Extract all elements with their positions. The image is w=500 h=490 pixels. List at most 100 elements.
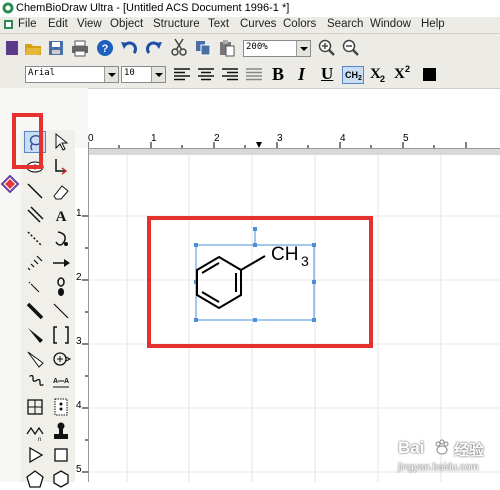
menu-view[interactable]: View (77, 18, 102, 30)
menu-file[interactable]: File (18, 18, 37, 30)
menu-help[interactable]: Help (421, 18, 445, 30)
orbital-tool-icon[interactable] (50, 276, 72, 298)
horizontal-ruler: 0 1 2 3 4 5 (88, 133, 500, 149)
brackets-tool-icon[interactable] (50, 324, 72, 346)
superscript-button[interactable]: X 2 (393, 64, 413, 85)
menu-object[interactable]: Object (110, 18, 143, 30)
tlc-plate-icon[interactable] (50, 396, 72, 418)
watermark-brand: Bai (398, 438, 425, 457)
open-folder-icon[interactable] (24, 39, 42, 57)
line-tool-icon[interactable] (50, 300, 72, 322)
zoom-value: 200% (246, 42, 268, 52)
align-left-icon[interactable] (173, 66, 191, 84)
tool-palette: A AA n (21, 130, 75, 488)
reaction-arrow-icon[interactable]: AA (50, 372, 72, 394)
menu-edit[interactable]: Edit (48, 18, 68, 30)
doc-icon[interactable] (3, 19, 14, 30)
app-icon (2, 2, 14, 14)
align-right-icon[interactable] (221, 66, 239, 84)
chemical-style-button[interactable]: CH 2 (342, 66, 364, 84)
eraser-icon[interactable] (50, 180, 72, 202)
help-icon[interactable]: ? (96, 39, 114, 57)
copy-icon[interactable] (194, 39, 212, 57)
hashed-bond-icon[interactable] (24, 252, 46, 274)
justify-icon[interactable] (245, 66, 263, 84)
svg-text:A: A (53, 378, 58, 385)
solid-bond-icon[interactable] (24, 180, 46, 202)
ruler-label: 4 (340, 133, 346, 144)
ruler-label: 4 (76, 400, 82, 411)
ch2-label: CH (345, 70, 358, 80)
hashed-wedge-icon[interactable] (24, 276, 46, 298)
watermark-url: jingyan.baidu.com (398, 462, 479, 473)
standard-toolbar: ? 200% (0, 34, 500, 62)
charge-tool-icon[interactable] (50, 348, 72, 370)
chain-tool-icon[interactable]: n (24, 420, 46, 442)
menu-curves[interactable]: Curves (240, 18, 276, 30)
ruler-ticks (82, 215, 88, 473)
menu-colors[interactable]: Colors (283, 18, 316, 30)
wavy-bond-icon[interactable] (24, 372, 46, 394)
diamond-icon[interactable] (1, 175, 19, 193)
cyclopentane-tool-icon[interactable] (24, 468, 46, 490)
stamp-tool-icon[interactable] (50, 420, 72, 442)
arrow-tool-icon[interactable] (50, 252, 72, 274)
font-select[interactable]: Arial (25, 66, 119, 83)
font-value: Arial (28, 68, 56, 78)
chevron-down-icon (104, 67, 118, 82)
zoom-in-icon[interactable] (318, 39, 336, 57)
color-swatch[interactable] (423, 68, 436, 81)
bold-bond-icon[interactable] (24, 300, 46, 322)
hollow-wedge-icon[interactable] (24, 348, 46, 370)
underline-button[interactable]: U (321, 64, 333, 84)
print-icon[interactable] (71, 39, 89, 57)
watermark: Bai 经验 jingyan.baidu.com (396, 438, 500, 482)
ruler-label: 1 (76, 208, 82, 219)
menu-window[interactable]: Window (370, 18, 411, 30)
italic-button[interactable]: I (298, 64, 305, 85)
chevron-down-icon (296, 41, 310, 56)
zoom-select[interactable]: 200% (243, 40, 311, 57)
font-size-value: 10 (124, 68, 135, 78)
menu-text[interactable]: Text (208, 18, 229, 30)
double-bond-icon[interactable] (24, 204, 46, 226)
dashed-bond-icon[interactable] (24, 228, 46, 250)
new-document-icon[interactable] (3, 39, 21, 57)
menu-structure[interactable]: Structure (153, 18, 200, 30)
redo-icon[interactable] (145, 39, 163, 57)
undo-icon[interactable] (120, 39, 138, 57)
marquee-tool-icon[interactable] (50, 131, 72, 153)
save-icon[interactable] (47, 39, 65, 57)
ruler-label: 5 (76, 464, 82, 475)
bold-button[interactable]: B (272, 64, 284, 85)
subscript-button[interactable]: X 2 (369, 65, 389, 85)
svg-text:?: ? (102, 43, 109, 55)
paste-icon[interactable] (218, 39, 236, 57)
table-tool-icon[interactable] (24, 396, 46, 418)
triangle-tool-icon[interactable] (24, 444, 46, 466)
ruler-label: 0 (88, 133, 94, 144)
svg-text:A: A (56, 209, 67, 225)
zoom-out-icon[interactable] (342, 39, 360, 57)
svg-text:n: n (38, 437, 41, 442)
ruler-label: 5 (403, 133, 409, 144)
text-tool-icon[interactable]: A (50, 204, 72, 226)
wedge-bond-icon[interactable] (24, 324, 46, 346)
paw-icon (435, 439, 449, 455)
cut-icon[interactable] (170, 38, 188, 56)
ruler-label: 3 (277, 133, 283, 144)
font-size-select[interactable]: 10 (121, 66, 166, 83)
ruler-label: 2 (214, 133, 220, 144)
align-center-icon[interactable] (197, 66, 215, 84)
pen-tool-icon[interactable] (50, 228, 72, 250)
ruler-label: 3 (76, 336, 82, 347)
ruler-label: 1 (151, 133, 157, 144)
square-tool-icon[interactable] (50, 444, 72, 466)
cyclohexane-tool-icon[interactable] (50, 468, 72, 490)
menu-search[interactable]: Search (327, 18, 363, 30)
structure-perspective-icon[interactable] (50, 156, 72, 178)
vertical-ruler: 1 2 3 4 5 (75, 148, 89, 482)
structure-highlight-box (147, 216, 373, 348)
chevron-down-icon (151, 67, 165, 82)
ruler-ticks (88, 142, 467, 148)
